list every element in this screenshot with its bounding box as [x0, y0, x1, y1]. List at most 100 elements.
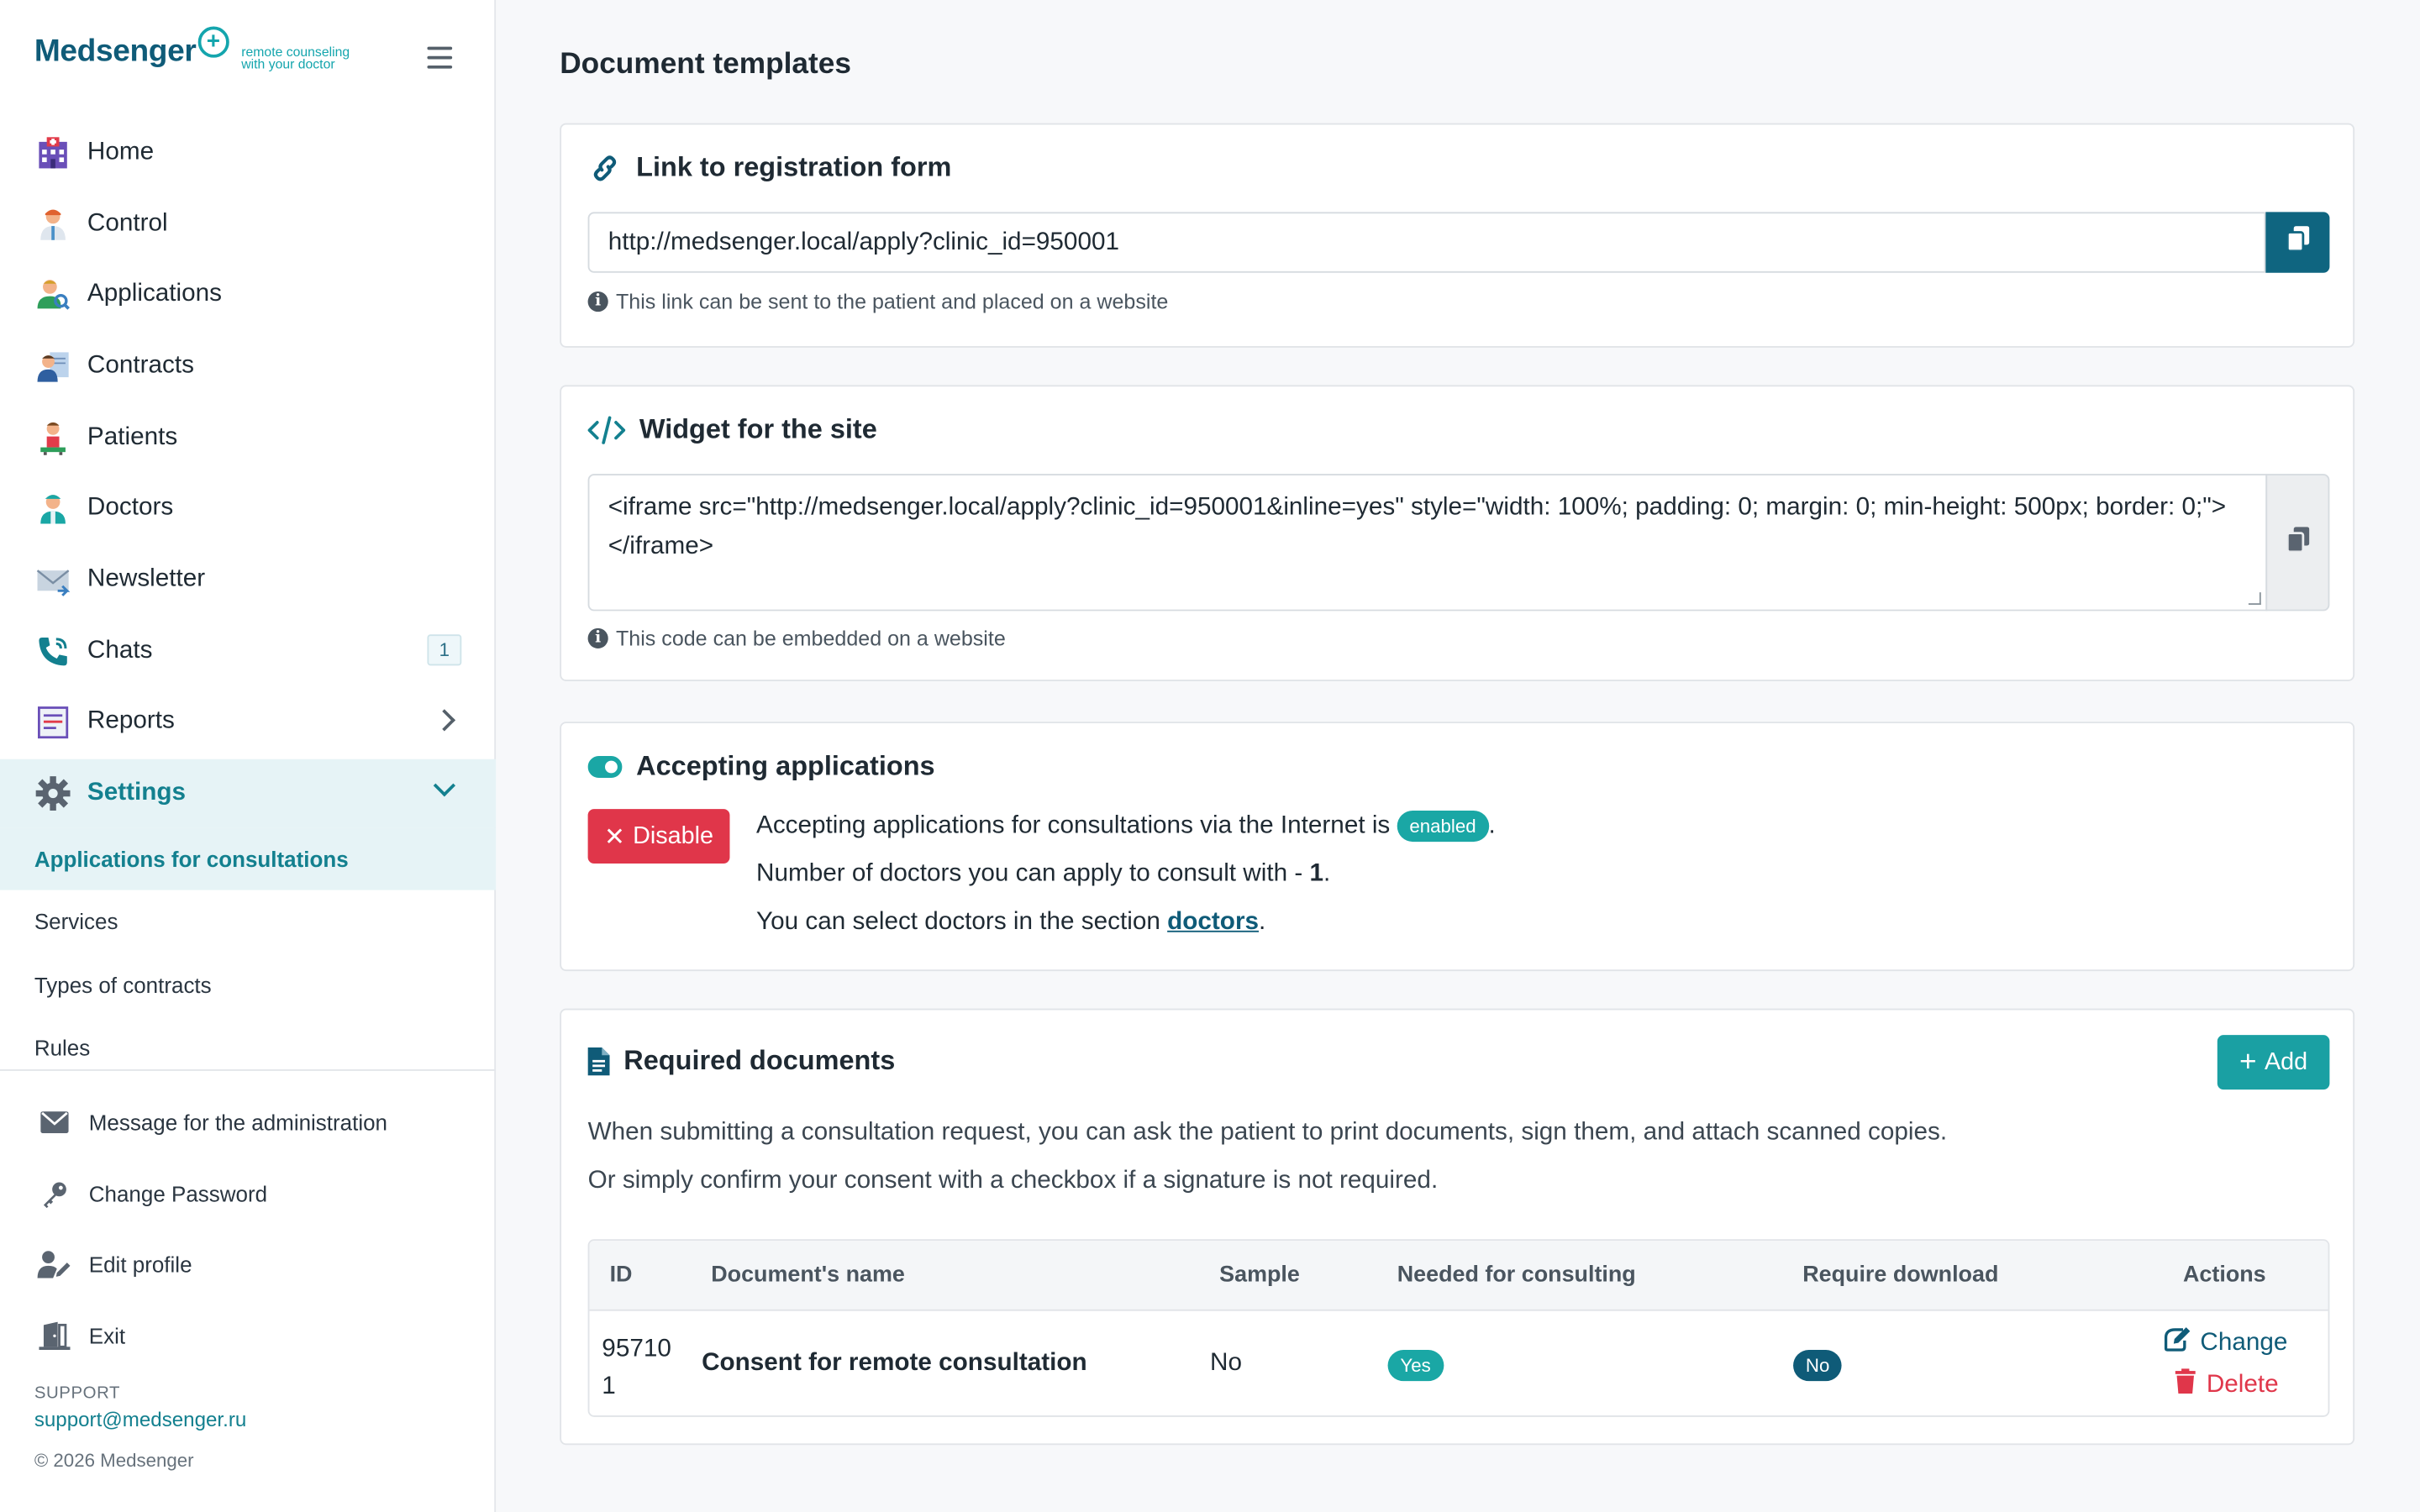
- copy-link-button[interactable]: [2265, 212, 2330, 273]
- sidebar-item-label: Applications: [87, 281, 223, 307]
- change-document-button[interactable]: Change: [2164, 1326, 2287, 1359]
- cell-id: 95710 1: [602, 1336, 671, 1400]
- sidebar-item-control[interactable]: Control: [0, 188, 496, 260]
- hospital-icon: [34, 134, 72, 171]
- brand-tagline: remote counseling with your doctor: [241, 43, 350, 71]
- widget-code-textarea[interactable]: <iframe src="http://medsenger.local/appl…: [587, 474, 2268, 612]
- status-badge: enabled: [1397, 810, 1489, 843]
- sidebar-item-reports[interactable]: Reports: [0, 686, 496, 758]
- column-header-actions: Actions: [2182, 1263, 2266, 1288]
- widget-code-text: <iframe src="http://medsenger.local/appl…: [608, 494, 2227, 560]
- resize-handle-icon[interactable]: [2248, 592, 2261, 606]
- accepting-status-line: Accepting applications for consultations…: [756, 810, 1496, 843]
- door-exit-icon: [38, 1319, 72, 1353]
- envelope-icon: [34, 561, 72, 599]
- menu-toggle-icon[interactable]: [427, 46, 453, 69]
- brand-name: Medsenger: [34, 34, 197, 69]
- user-edit-icon: [37, 1247, 72, 1282]
- add-document-button[interactable]: + Add: [2217, 1035, 2330, 1090]
- card-title: Required documents: [587, 1044, 895, 1077]
- required-docs-description-2: Or simply confirm your consent with a ch…: [587, 1167, 1439, 1194]
- trash-icon: [2175, 1368, 2196, 1401]
- sidebar-item-label: Patients: [87, 423, 178, 450]
- sidebar-item-settings[interactable]: Settings: [0, 759, 497, 828]
- link-icon: [588, 152, 623, 183]
- required-docs-description: When submitting a consultation request, …: [587, 1119, 1948, 1146]
- util-item-change-password[interactable]: Change Password: [0, 1158, 496, 1229]
- sidebar-item-doctors[interactable]: Doctors: [0, 473, 496, 544]
- cell-download: No: [1793, 1350, 1843, 1382]
- code-icon: [587, 415, 626, 444]
- submenu-item-types-of-contracts[interactable]: Types of contracts: [0, 953, 496, 1016]
- needed-badge: Yes: [1387, 1350, 1444, 1382]
- copyright: © 2026 Medsenger: [34, 1449, 194, 1472]
- sidebar-divider: [0, 1069, 497, 1071]
- copy-code-button[interactable]: [2265, 474, 2330, 612]
- info-icon: i: [587, 627, 608, 648]
- sidebar-item-applications[interactable]: Applications: [0, 260, 496, 331]
- util-item-label: Change Password: [88, 1181, 268, 1206]
- cell-needed: Yes: [1387, 1350, 1444, 1382]
- widget-hint: i This code can be embedded on a website: [587, 627, 1006, 650]
- sidebar-item-home[interactable]: Home: [0, 117, 496, 188]
- chevron-down-icon: [433, 774, 455, 797]
- app-root: Medsenger + remote counseling with your …: [0, 0, 2420, 1512]
- support-email-link[interactable]: support@medsenger.ru: [34, 1408, 246, 1431]
- util-item-message-admin[interactable]: Message for the administration: [0, 1086, 496, 1158]
- doctors-link[interactable]: doctors: [1167, 909, 1259, 936]
- gear-icon: [34, 775, 72, 813]
- edit-icon: [2164, 1326, 2191, 1359]
- accepting-applications-card: Accepting applications ✕ Disable Accepti…: [560, 722, 2355, 972]
- document-icon: [587, 1047, 610, 1075]
- registration-url-field[interactable]: http://medsenger.local/apply?clinic_id=9…: [587, 212, 2266, 273]
- cell-sample: No: [1210, 1350, 1242, 1377]
- submenu-item-services[interactable]: Services: [0, 890, 496, 953]
- download-badge: No: [1793, 1350, 1843, 1382]
- plus-icon: +: [2239, 1045, 2257, 1079]
- card-title: Link to registration form: [588, 151, 951, 184]
- envelope-icon: [38, 1105, 72, 1139]
- chats-unread-badge: 1: [427, 633, 462, 666]
- settings-submenu: Applications for consultations Services …: [0, 827, 497, 1079]
- info-icon: i: [587, 291, 608, 312]
- util-item-label: Message for the administration: [88, 1110, 388, 1135]
- disable-button[interactable]: ✕ Disable: [587, 809, 730, 864]
- sidebar-item-label: Control: [87, 209, 168, 237]
- sidebar-item-label: Contracts: [87, 352, 194, 379]
- sidebar-item-contracts[interactable]: Contracts: [0, 331, 496, 402]
- documents-table: ID Document's name Sample Needed for con…: [587, 1239, 2330, 1417]
- submenu-item-applications-for-consultations[interactable]: Applications for consultations: [0, 827, 497, 891]
- brand-logo[interactable]: Medsenger + remote counseling with your …: [34, 25, 366, 71]
- toggle-on-icon: [587, 755, 623, 778]
- sidebar-item-label: Settings: [87, 780, 187, 806]
- contract-icon: [34, 348, 72, 386]
- sidebar-item-label: Newsletter: [87, 565, 206, 593]
- column-header-sample: Sample: [1219, 1263, 1300, 1288]
- select-doctors-line: You can select doctors in the section do…: [756, 908, 1266, 936]
- doctor-icon: [34, 205, 72, 243]
- report-icon: [34, 704, 72, 742]
- sidebar-item-chats[interactable]: Chats 1: [0, 616, 496, 687]
- doctor-count: 1: [1309, 860, 1324, 887]
- column-header-id: ID: [609, 1263, 633, 1288]
- util-item-exit[interactable]: Exit: [0, 1300, 496, 1372]
- sidebar-item-label: Doctors: [87, 494, 174, 522]
- brand-plus-icon: +: [197, 25, 229, 57]
- link-hint: i This link can be sent to the patient a…: [587, 290, 1168, 313]
- util-item-edit-profile[interactable]: Edit profile: [0, 1229, 496, 1300]
- card-title: Accepting applications: [587, 750, 935, 783]
- utility-nav: Message for the administration Change Pa…: [0, 1086, 496, 1372]
- util-item-label: Edit profile: [88, 1252, 192, 1278]
- sidebar-item-patients[interactable]: Patients: [0, 402, 496, 473]
- copy-icon: [2285, 526, 2309, 559]
- doctor-count-line: Number of doctors you can apply to consu…: [756, 860, 1331, 887]
- sidebar-item-newsletter[interactable]: Newsletter: [0, 544, 496, 616]
- close-icon: ✕: [603, 823, 625, 851]
- page-title: Document templates: [560, 48, 851, 81]
- key-icon: [38, 1176, 72, 1210]
- copy-icon: [2285, 226, 2309, 259]
- column-header-download: Require download: [1802, 1263, 1999, 1288]
- sidebar: Medsenger + remote counseling with your …: [0, 0, 497, 1512]
- delete-document-button[interactable]: Delete: [2175, 1368, 2279, 1401]
- support-label: SUPPORT: [34, 1383, 121, 1404]
